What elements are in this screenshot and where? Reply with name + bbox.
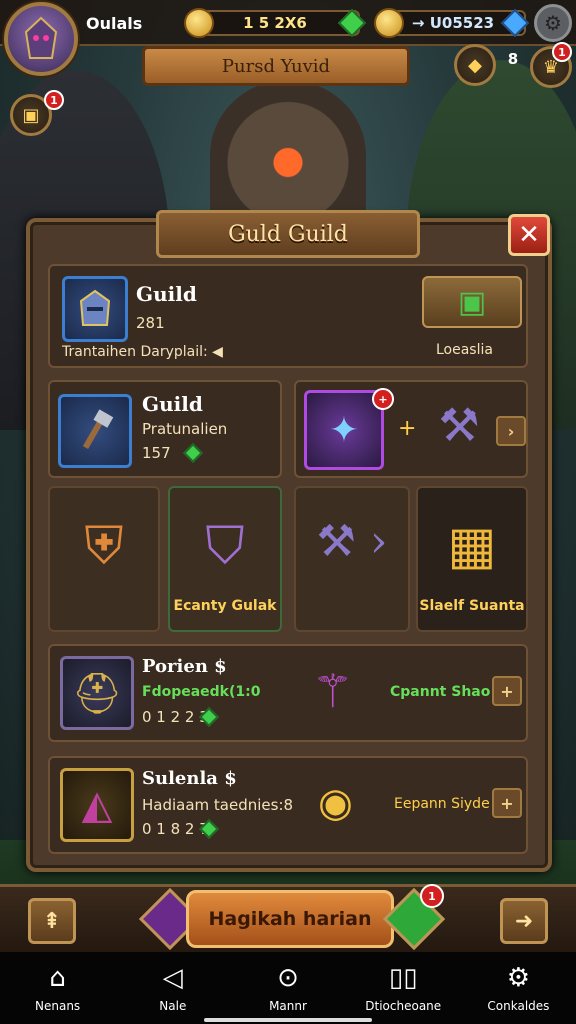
nav-label: Nale [159, 999, 187, 1013]
chest-icon: ▣ [457, 284, 487, 320]
helmet-item-icon: ⛑ [60, 656, 134, 730]
hammer-item-icon [58, 394, 132, 468]
item-value: 157 [142, 444, 171, 462]
gold-coin-icon [184, 8, 214, 38]
weapon-tile[interactable]: ⚒ › [294, 486, 410, 632]
gear-icon: ⚙ [506, 963, 531, 993]
notification-badge: 1 [44, 90, 64, 110]
gold-coin-icon [374, 8, 404, 38]
chevron-right-icon: › [507, 421, 515, 441]
close-button[interactable]: ✕ [508, 214, 550, 256]
nav-label: Mannr [269, 999, 307, 1013]
row-right-label: Cpannt Shao [390, 684, 491, 700]
helmet-icon: ⛨ [84, 516, 124, 576]
reward-row[interactable]: ⛑ Porien $ Fdopeaedk(1:0 0 1 2 2 3 ⚚ Cpa… [48, 644, 528, 742]
nav-label: Conkaldes [487, 999, 550, 1013]
shield-tile[interactable]: ⛉ Ecanty Gulak [168, 486, 282, 632]
daily-action-button[interactable]: Hagikah harian [186, 890, 394, 948]
next-arrow-button[interactable]: › [496, 416, 526, 446]
gold-bars-icon: ▦ [447, 516, 497, 576]
weapon-item-card[interactable]: Guild Pratunalien 157 [48, 380, 282, 478]
upgrade-item-card[interactable]: ✦ + + ⚒ › [294, 380, 528, 478]
player-avatar[interactable] [4, 2, 78, 76]
add-button[interactable]: + [492, 788, 522, 818]
gold-counter[interactable]: 1 5 2X6 [190, 10, 360, 36]
reward-row[interactable]: ◭ Sulenla $ Hadiaam taednies:8 0 1 8 2 7… [48, 756, 528, 854]
notification-badge: 1 [420, 884, 444, 908]
reward-label: Loeaslia [436, 342, 493, 358]
green-gem-icon [183, 443, 203, 463]
panel-title-text: Guld Guild [228, 221, 348, 247]
armor-tile[interactable]: ⛨ [48, 486, 160, 632]
arrow-up-icon: ⇞ [42, 908, 62, 934]
item-name: Guild [142, 392, 203, 416]
tile-label: Slaelf Suanta [419, 598, 525, 614]
plus-badge: + [372, 388, 394, 410]
next-button[interactable]: ➜ [500, 898, 548, 944]
hero-portrait-icon [24, 16, 58, 59]
hammer-icon: ⚒ › [316, 516, 388, 567]
shield-icon: ◆ [468, 54, 482, 76]
item-subtitle: Pratunalien [142, 420, 228, 438]
close-icon: ✕ [518, 220, 540, 250]
coins-icon: ◉ [318, 780, 353, 826]
row-subtitle: Hadiaam taednies:8 [142, 796, 294, 814]
gear-icon: ⚙ [544, 11, 562, 35]
notification-badge: 1 [552, 42, 572, 62]
add-button[interactable]: + [492, 676, 522, 706]
reward-chest-button[interactable]: ▣ [422, 276, 522, 328]
panel-title: Guld Guild [156, 210, 420, 258]
gold-bars-tile[interactable]: ▦ Slaelf Suanta [416, 486, 528, 632]
gold-amount: 1 5 2X6 [243, 14, 307, 32]
guild-info-card[interactable]: Guild 281 Trantaihen Daryplail: ◀ ▣ Loea… [48, 264, 528, 368]
guild-level: 281 [136, 314, 165, 332]
nav-home[interactable]: ⌂ Nenans [0, 952, 115, 1024]
event-banner-label: Pursd Yuvid [221, 55, 331, 77]
guild-description: Trantaihen Daryplail: ◀ [62, 344, 223, 360]
circle-icon: ⊙ [277, 963, 299, 993]
nav-label: Dtiocheoane [365, 999, 442, 1013]
nav-home-circle[interactable]: ⊙ Mannr [230, 952, 345, 1024]
mail-button[interactable]: ◆ [454, 44, 496, 86]
plus-icon: + [398, 416, 417, 441]
nav-label: Nenans [35, 999, 81, 1013]
settings-button[interactable]: ⚙ [534, 4, 572, 42]
hammer-item-icon: ⚒ [438, 398, 480, 452]
plus-icon: + [500, 681, 514, 701]
prev-button[interactable]: ⇞ [28, 898, 76, 944]
gem-amount: → U05523 [411, 14, 495, 32]
row-subtitle: Fdopeaedk(1:0 [142, 684, 261, 700]
player-name: Oulals [86, 14, 143, 33]
event-banner[interactable]: Pursd Yuvid [142, 46, 410, 86]
notification-count: 8 [507, 50, 519, 68]
arrow-right-icon: ➜ [514, 908, 534, 934]
nav-settings[interactable]: ⚙ Conkaldes [461, 952, 576, 1024]
back-icon: ◁ [162, 963, 183, 993]
row-title: Porien $ [142, 656, 227, 677]
nav-recents[interactable]: ▯▯ Dtiocheoane [346, 952, 461, 1024]
home-indicator[interactable] [204, 1018, 372, 1022]
daily-action-label: Hagikah harian [208, 908, 372, 930]
hammer-glyph-icon [82, 409, 114, 449]
row-title: Sulenla $ [142, 768, 237, 789]
guild-emblem-icon [62, 276, 128, 342]
wand-item-icon: ⚚ [312, 664, 354, 718]
guild-name: Guild [136, 282, 197, 306]
home-icon: ⌂ [49, 963, 66, 993]
armored-boss-figure [210, 80, 366, 230]
nav-back[interactable]: ◁ Nale [115, 952, 230, 1024]
row-right-label: Eepann Siyde [394, 796, 490, 812]
potion-item-icon: ◭ [60, 768, 134, 842]
knight-helmet-icon [79, 289, 111, 326]
plus-icon: + [500, 793, 514, 813]
chest-icon: ▣ [22, 104, 40, 126]
tile-label: Ecanty Gulak [173, 598, 277, 614]
shield-icon: ⛉ [205, 516, 245, 576]
recents-icon: ▯▯ [388, 963, 418, 993]
system-navigation-bar: ⌂ Nenans ◁ Nale ⊙ Mannr ▯▯ Dtiocheoane ⚙… [0, 952, 576, 1024]
